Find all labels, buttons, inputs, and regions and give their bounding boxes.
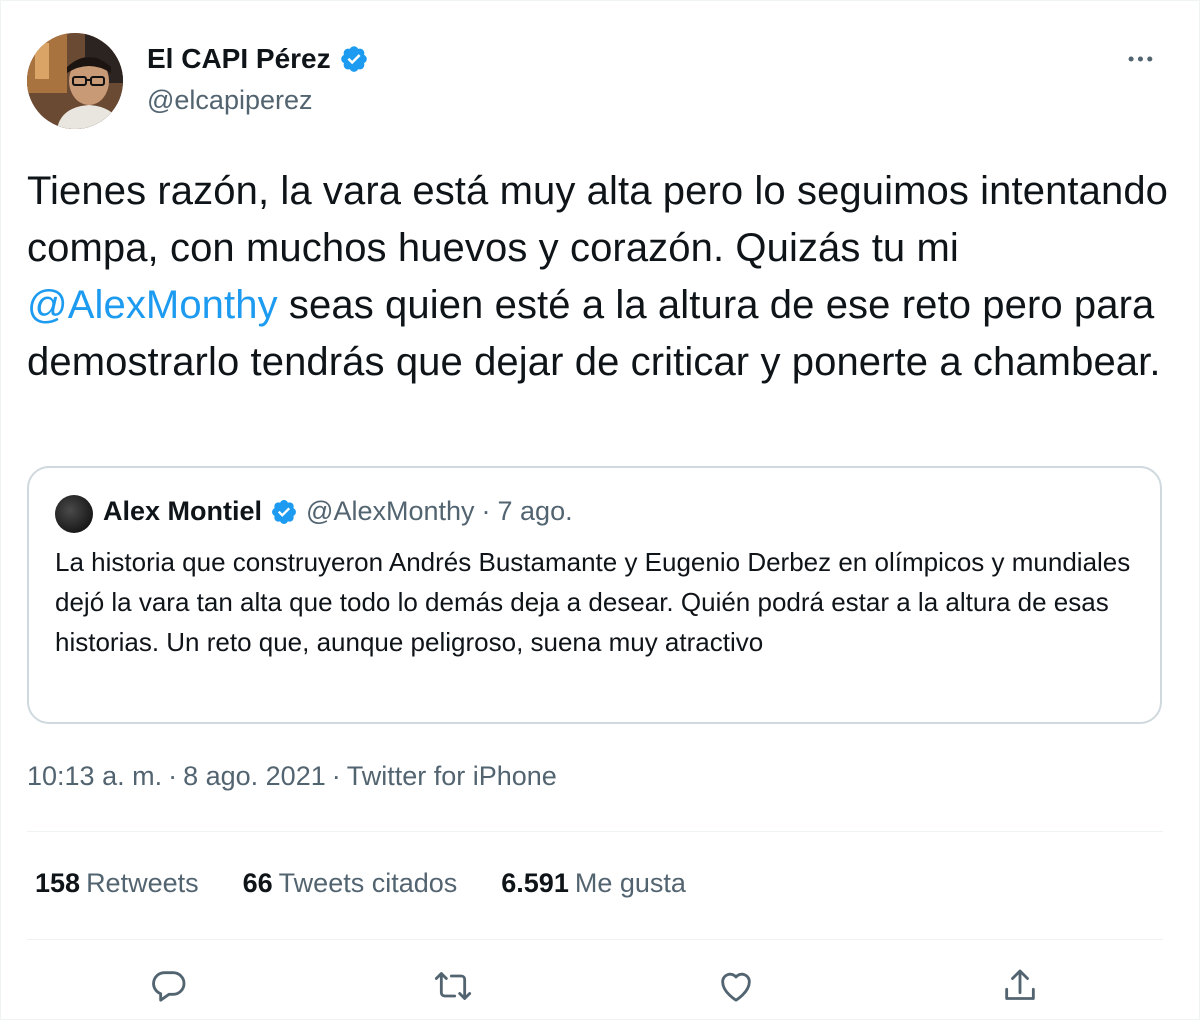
heart-icon xyxy=(721,972,751,1002)
retweet-icon xyxy=(434,972,472,1000)
quoted-author-name: Alex Montiel xyxy=(103,496,263,526)
quoted-tweet-date: 7 ago. xyxy=(497,496,573,526)
meta-separator: · xyxy=(168,761,178,791)
retweets-label: Retweets xyxy=(86,868,199,898)
avatar-photo-icon xyxy=(27,33,123,129)
quoted-tweet-header: Alex Montiel @AlexMonthy · 7 ago. xyxy=(103,496,573,527)
tweet-card: El CAPI Pérez @elcapiperez Tienes razón,… xyxy=(0,0,1200,1020)
quoted-tweet-text: La historia que construyeron Andrés Bust… xyxy=(55,547,1131,657)
mention-link[interactable]: @AlexMonthy xyxy=(27,283,278,327)
more-horizontal-icon xyxy=(1128,56,1153,62)
reply-button[interactable] xyxy=(144,961,194,1011)
likes-label: Me gusta xyxy=(574,868,686,898)
verified-badge-icon xyxy=(340,46,367,72)
likes-stat[interactable]: 6.591 Me gusta xyxy=(501,868,686,899)
tweet-text-part: Tienes razón, la vara está muy alta pero… xyxy=(27,169,1180,270)
tweet-text: Tienes razón, la vara está muy alta pero… xyxy=(27,163,1177,391)
quote-tweets-stat[interactable]: 66 Tweets citados xyxy=(243,868,458,899)
quotes-label: Tweets citados xyxy=(278,868,458,898)
engagement-stats: 158 Retweets 66 Tweets citados 6.591 Me gus… xyxy=(35,868,730,899)
author-avatar[interactable] xyxy=(27,33,123,129)
reply-icon xyxy=(152,971,186,1002)
verified-badge-icon xyxy=(272,499,296,524)
quotes-count: 66 xyxy=(242,868,273,898)
meta-separator: · xyxy=(331,761,341,791)
share-icon xyxy=(1005,969,1035,1000)
retweet-button[interactable] xyxy=(428,961,478,1011)
retweets-count: 158 xyxy=(35,868,81,898)
tweet-actions xyxy=(1,961,1200,1011)
like-button[interactable] xyxy=(711,961,761,1011)
likes-count: 6.591 xyxy=(501,868,569,898)
share-button[interactable] xyxy=(995,961,1045,1011)
tweet-source[interactable]: Twitter for iPhone xyxy=(347,761,557,792)
author-handle[interactable]: @elcapiperez xyxy=(147,85,313,116)
divider xyxy=(27,939,1163,940)
tweet-meta: 10:13 a. m. · 8 ago. 2021 · Twitter for … xyxy=(27,761,557,792)
tweet-date[interactable]: 8 ago. 2021 xyxy=(183,761,326,792)
divider xyxy=(27,831,1163,832)
quoted-author-avatar xyxy=(55,495,93,533)
more-options-button[interactable] xyxy=(1123,45,1163,73)
quoted-tweet[interactable]: Alex Montiel @AlexMonthy · 7 ago. La his… xyxy=(27,466,1162,724)
quoted-author-handle: @AlexMonthy xyxy=(306,496,475,526)
tweet-time[interactable]: 10:13 a. m. xyxy=(27,761,162,792)
retweets-stat[interactable]: 158 Retweets xyxy=(35,868,199,899)
author-name-row[interactable]: El CAPI Pérez xyxy=(147,43,369,75)
author-display-name[interactable]: El CAPI Pérez xyxy=(147,43,331,75)
meta-separator: · xyxy=(481,496,491,526)
